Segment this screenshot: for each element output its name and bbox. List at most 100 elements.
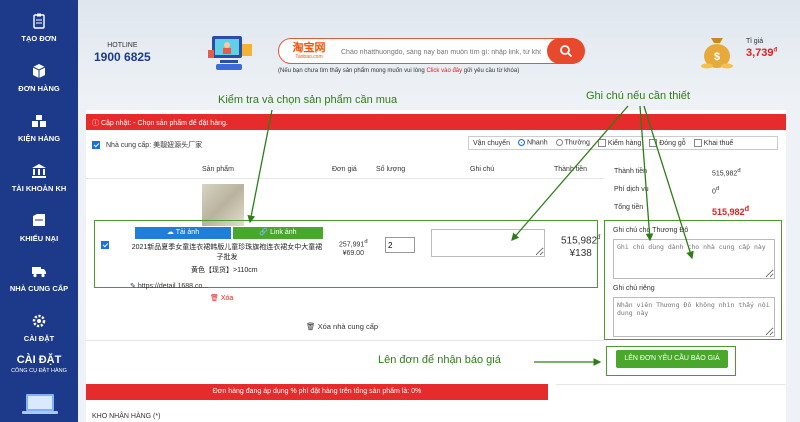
- tool-settings-title: CÀI ĐẶT: [16, 354, 62, 366]
- summary-subtotal: Thành tiền 515,982đ: [614, 168, 784, 186]
- tool-settings-subtitle: CÔNG CỤ ĐẶT HÀNG: [11, 368, 67, 374]
- fee-banner: Đơn hàng đang áp dụng % phí đặt hàng trê…: [86, 384, 548, 400]
- hotline-number[interactable]: 1900 6825: [94, 50, 151, 64]
- gear-icon: [30, 312, 48, 330]
- product-note-input[interactable]: [431, 229, 545, 257]
- radio-normal[interactable]: [555, 139, 563, 147]
- notes-section: Ghi chú cho Thương Đô Ghi chú riêng: [604, 220, 782, 340]
- sidebar-item-packages[interactable]: KIỆN HÀNG: [0, 102, 78, 152]
- option-fast[interactable]: Nhanh: [517, 139, 548, 147]
- product-url[interactable]: ✎ https://detail.1688.co...: [130, 282, 208, 290]
- header-divider: [86, 178, 604, 179]
- unit-price-vnd-unit: đ: [364, 239, 368, 245]
- sidebar-item-complaints[interactable]: KHIẾU NẠI: [0, 202, 78, 252]
- sidebar-item-label: KHIẾU NẠI: [19, 233, 59, 243]
- right-bottom-area: [556, 384, 786, 422]
- remove-supplier-button[interactable]: 🗑 Xóa nhà cung cấp: [306, 322, 378, 331]
- option-wood[interactable]: Đóng gỗ: [649, 139, 686, 147]
- cloud-icon: ☁: [166, 229, 176, 236]
- search-hint: (Nếu bạn chưa tìm thấy sản phẩm mong muố…: [278, 68, 519, 74]
- clipboard-icon: [30, 12, 48, 30]
- request-quote-button[interactable]: LÊN ĐƠN YÊU CẦU BÁO GIÁ: [616, 350, 728, 368]
- product-variant: 黄色【现货】>110cm: [191, 267, 258, 274]
- line-total-vnd-unit: đ: [597, 235, 601, 241]
- sidebar-item-settings[interactable]: CÀI ĐẶT: [0, 302, 78, 352]
- column-unit-price: Đơn giá: [332, 166, 357, 173]
- search-hint-link[interactable]: Click vào đây: [426, 68, 462, 74]
- search-button[interactable]: [547, 38, 585, 64]
- section-divider: [86, 340, 604, 341]
- complaint-icon: [30, 212, 48, 230]
- line-total-vnd-value: 515,982: [561, 235, 598, 247]
- total-value: 515,982đ: [712, 204, 749, 217]
- download-image-label: Tải ảnh: [175, 229, 200, 236]
- supplier-note-input[interactable]: [613, 239, 775, 279]
- subtotal-value: 515,982đ: [712, 168, 741, 177]
- sidebar-item-label: TÀI KHOẢN KH: [11, 183, 67, 193]
- search-hint-prefix: (Nếu bạn chưa tìm thấy sản phẩm mong muố…: [278, 68, 427, 74]
- checkbox-inspect[interactable]: [597, 139, 606, 147]
- annotation-place-order: Lên đơn để nhận báo giá: [378, 354, 501, 366]
- taobao-logo[interactable]: 淘宝网 Taobao.com: [285, 42, 333, 62]
- private-note-label: Ghi chú riêng: [613, 285, 655, 292]
- total-label: Tổng tiền: [614, 204, 644, 211]
- image-link-button[interactable]: 🔗 Link ảnh: [233, 227, 323, 239]
- search-input[interactable]: [341, 44, 541, 60]
- header: HOTLINE 1900 6825 淘宝网 Taobao.com (Nếu bạ…: [78, 0, 800, 100]
- box-icon: [30, 62, 48, 80]
- checkbox-declare[interactable]: [693, 139, 702, 147]
- svg-text:$: $: [714, 51, 720, 63]
- exchange-rate: Tỉ giá 3,739đ: [746, 38, 777, 59]
- packages-icon: [30, 112, 48, 130]
- subtotal-number: 515,982: [712, 170, 738, 178]
- option-declare-label: Khai thuế: [703, 139, 734, 147]
- column-total: Thành tiền: [554, 166, 588, 173]
- option-inspect-label: Kiểm hàng: [607, 139, 642, 147]
- sidebar-item-orders[interactable]: ĐƠN HÀNG: [0, 52, 78, 102]
- service-options: Vận chuyển Nhanh Thường Kiểm hàng Đóng g…: [468, 136, 778, 150]
- supplier-checkbox[interactable]: [92, 141, 100, 149]
- radio-fast[interactable]: [517, 139, 525, 147]
- supplier-note-label: Ghi chú cho Thương Đô: [613, 227, 689, 234]
- exchange-rate-unit: đ: [773, 47, 778, 54]
- sidebar-item-label: KIỆN HÀNG: [17, 133, 61, 143]
- subtotal-label: Thành tiền: [614, 168, 648, 175]
- sidebar-item-create-order[interactable]: TẠO ĐƠN: [0, 2, 78, 52]
- option-normal[interactable]: Thường: [555, 139, 590, 147]
- search-bar: 淘宝网 Taobao.com: [278, 38, 585, 64]
- service-fee-unit: đ: [715, 186, 720, 192]
- sidebar: TẠO ĐƠN ĐƠN HÀNG KIỆN HÀNG TÀI KHOẢN KH …: [0, 0, 78, 422]
- option-wood-label: Đóng gỗ: [659, 139, 686, 147]
- option-declare[interactable]: Khai thuế: [693, 139, 734, 147]
- private-note-input[interactable]: [613, 297, 775, 337]
- quantity-input[interactable]: [385, 237, 415, 253]
- sidebar-item-suppliers[interactable]: NHÀ CUNG CẤP: [0, 252, 78, 302]
- tool-settings-block[interactable]: CÀI ĐẶT CÔNG CỤ ĐẶT HÀNG: [0, 354, 78, 374]
- image-link-label: Link ảnh: [270, 229, 297, 236]
- alert-text: Cập nhật: - Chọn sản phẩm để đặt hàng.: [100, 120, 228, 127]
- remove-supplier-label: Xóa nhà cung cấp: [317, 322, 379, 331]
- product-checkbox[interactable]: [101, 241, 109, 249]
- line-total-vnd: 515,982đ: [561, 235, 601, 246]
- shipping-label: Vận chuyển: [473, 139, 510, 147]
- annotation-note-if-needed: Ghi chú nếu cần thiết: [586, 90, 690, 102]
- search-icon: [560, 45, 573, 58]
- remove-product-button[interactable]: 🗑 Xóa: [210, 294, 233, 302]
- option-inspect[interactable]: Kiểm hàng: [597, 139, 642, 147]
- sidebar-item-account[interactable]: TÀI KHOẢN KH: [0, 152, 78, 202]
- product-name[interactable]: 2021新品夏季女童连衣裙韩版儿童珍珠旗袍连衣裙女中大童裙子批发: [129, 243, 325, 263]
- warehouse-label: KHO NHẬN HÀNG (*): [92, 413, 161, 420]
- bank-icon: [30, 162, 48, 180]
- supplier-label: Nhà cung cấp: 美靓妞源头厂家: [106, 142, 203, 149]
- product-row: ☁ Tải ảnh 🔗 Link ảnh 2021新品夏季女童连衣裙韩版儿童珍珠…: [94, 220, 601, 288]
- download-image-button[interactable]: ☁ Tải ảnh: [135, 227, 231, 239]
- subtotal-unit: đ: [737, 168, 741, 174]
- annotation-check-products: Kiểm tra và chọn sản phẩm cần mua: [218, 94, 398, 106]
- truck-icon: [30, 262, 48, 280]
- unit-price-cny: ¥69.00: [342, 250, 364, 258]
- sidebar-item-label: ĐƠN HÀNG: [18, 83, 60, 93]
- column-note: Ghi chú: [470, 166, 495, 173]
- remove-product-label: Xóa: [220, 295, 234, 302]
- checkbox-wood[interactable]: [649, 139, 658, 147]
- unit-price-vnd: 257,991đ: [339, 239, 368, 248]
